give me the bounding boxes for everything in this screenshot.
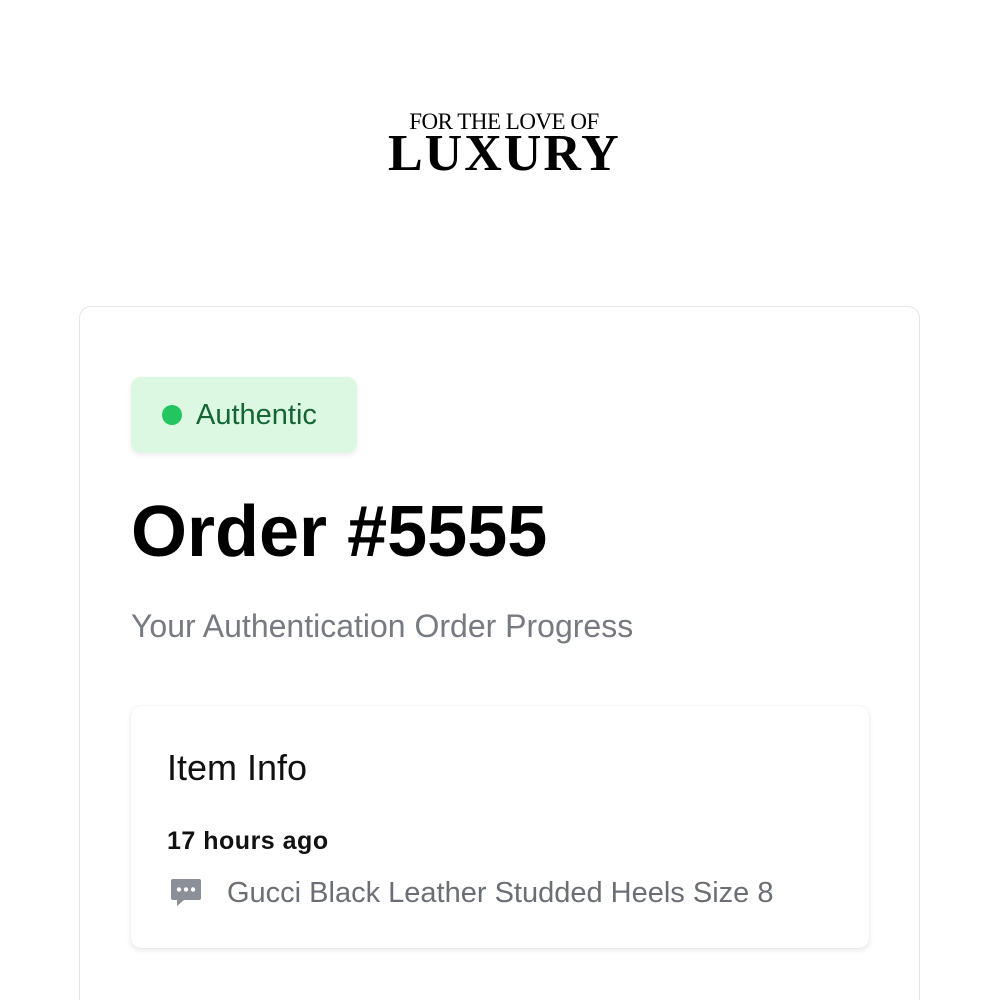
order-subtitle: Your Authentication Order Progress — [131, 608, 634, 644]
item-description: Gucci Black Leather Studded Heels Size 8 — [227, 877, 774, 909]
item-info-title: Item Info — [167, 747, 308, 788]
item-info-timestamp: 17 hours ago — [167, 827, 329, 855]
page: FOR THE LOVE OF LUXURY Authentic Order #… — [0, 0, 1000, 1000]
logo-bottom-text: LUXURY — [388, 125, 621, 182]
brand-logo[interactable]: FOR THE LOVE OF LUXURY — [388, 110, 621, 182]
order-title: Order #5555 — [131, 492, 548, 572]
comment-icon — [171, 879, 201, 906]
item-info-card: Item Info 17 hours ago Gucci Black Leath… — [131, 706, 869, 948]
status-badge-label: Authentic — [196, 398, 317, 431]
item-info-row: Gucci Black Leather Studded Heels Size 8 — [169, 876, 773, 910]
status-dot-icon — [162, 405, 182, 425]
status-badge: Authentic — [131, 377, 357, 453]
